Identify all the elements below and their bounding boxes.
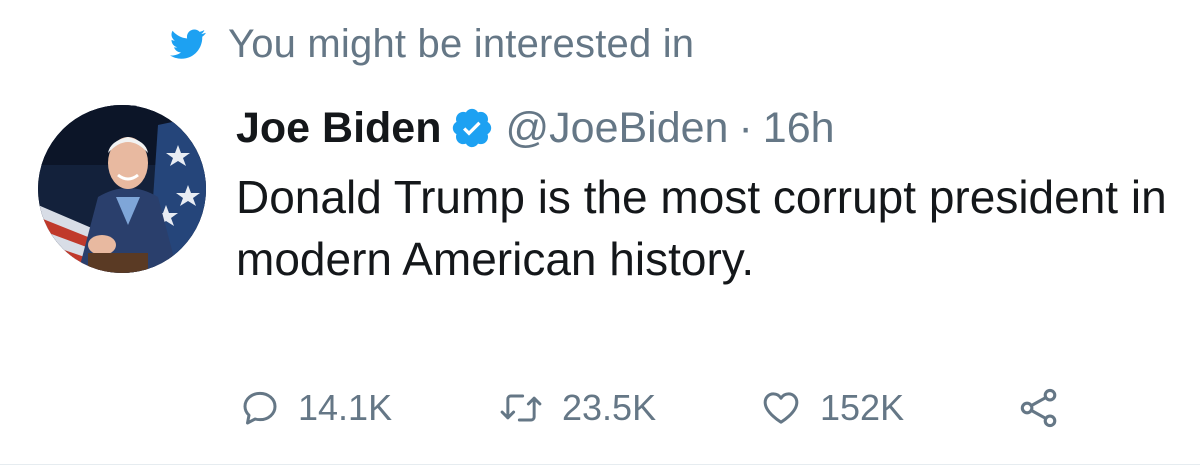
header-separator: · [738,103,753,152]
retweet-count: 23.5K [562,387,657,428]
share-icon [1017,386,1061,430]
share-button[interactable] [1017,386,1061,430]
like-button[interactable]: 152K [760,387,1017,429]
reply-button[interactable]: 14.1K [240,387,498,429]
verified-badge-icon [452,108,492,148]
context-label: You might be interested in [228,21,695,66]
author-handle[interactable]: @JoeBiden [506,104,729,153]
tweet-text: Donald Trump is the most corrupt preside… [236,171,1167,285]
author-name[interactable]: Joe Biden [236,104,442,153]
tweet-timestamp[interactable]: 16h [763,104,835,153]
twitter-bird-icon [168,26,208,62]
heart-icon [760,388,802,428]
tweet-actions: 14.1K 23.5K 152K [240,378,1061,438]
reply-count: 14.1K [298,387,393,428]
avatar[interactable] [38,105,206,273]
social-context-row: You might be interested in [168,14,694,74]
bottom-divider [0,464,1200,465]
retweet-button[interactable]: 23.5K [498,387,760,429]
like-count: 152K [820,387,905,428]
reply-icon [240,388,280,428]
tweet-header: Joe Biden @JoeBiden · 16h [236,98,835,158]
retweet-icon [498,388,544,428]
